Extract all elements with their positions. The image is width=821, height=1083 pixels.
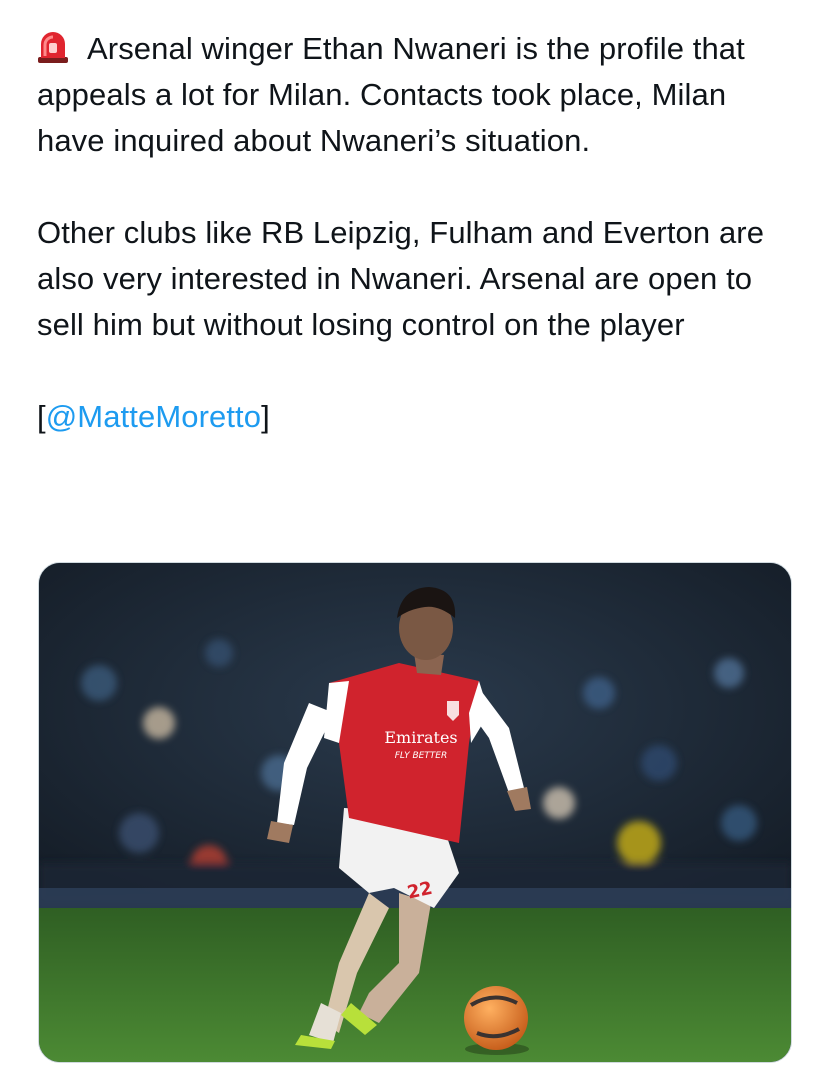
sponsor-line-2: FLY BETTER — [395, 751, 447, 761]
source-open-bracket: [ — [37, 399, 46, 434]
mention-link[interactable]: @MatteMoretto — [46, 399, 261, 434]
tweet-paragraph-1: Arsenal winger Ethan Nwaneri is the prof… — [37, 26, 797, 164]
tweet-paragraph-2: Other clubs like RB Leipzig, Fulham and … — [37, 215, 765, 342]
tweet-paragraph-1-text: Arsenal winger Ethan Nwaneri is the prof… — [37, 31, 745, 158]
rotating-light-icon — [38, 32, 68, 63]
tweet-photo[interactable]: Emirates FLY BETTER 22 — [38, 562, 792, 1063]
tweet-source: [@MatteMoretto] — [37, 394, 797, 440]
source-close-bracket: ] — [261, 399, 270, 434]
football-photo: Emirates FLY BETTER 22 — [39, 563, 791, 1062]
sponsor-line-1: Emirates — [384, 728, 457, 747]
tweet-body: Arsenal winger Ethan Nwaneri is the prof… — [37, 26, 797, 440]
